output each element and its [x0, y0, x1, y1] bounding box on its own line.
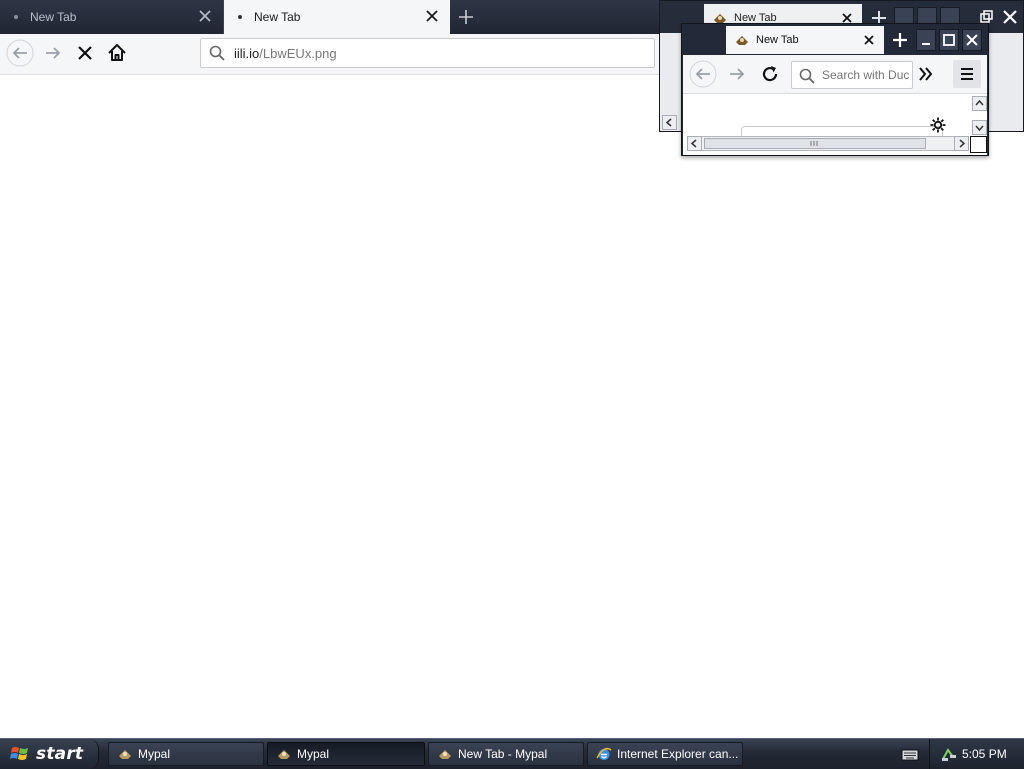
tab-new-tab-2[interactable]: New Tab: [224, 0, 450, 34]
minimize-button[interactable]: [916, 29, 936, 51]
taskbar-item-mypal-2[interactable]: Mypal: [267, 742, 425, 766]
overflow-chevrons-icon[interactable]: [915, 63, 937, 85]
scroll-right-button[interactable]: [954, 136, 969, 151]
hamburger-menu-icon: [961, 68, 973, 80]
grip-icon: [810, 141, 818, 146]
search-input[interactable]: [822, 67, 910, 83]
taskbar-item-mypal-1[interactable]: Mypal: [108, 742, 264, 766]
taskbar-item-label: Mypal: [138, 747, 171, 761]
taskbar-item-label: Internet Explorer can...: [617, 747, 739, 761]
close-icon[interactable]: [424, 8, 440, 24]
mypal-icon: [736, 36, 748, 45]
scroll-left-button[interactable]: [662, 115, 677, 130]
taskbar-item-new-tab-mypal[interactable]: New Tab - Mypal: [428, 742, 584, 766]
taskbar-item-label: Mypal: [297, 747, 330, 761]
gear-icon[interactable]: [929, 116, 947, 134]
tab-new-tab-1[interactable]: New Tab: [0, 0, 224, 34]
scrollbar-thumb[interactable]: [704, 138, 926, 149]
search-icon: [799, 68, 815, 84]
keyboard-icon[interactable]: [901, 746, 919, 762]
home-icon[interactable]: [103, 39, 131, 67]
new-tab-plus-icon[interactable]: [456, 7, 476, 27]
scroll-up-button[interactable]: [972, 96, 987, 111]
mypal-icon: [119, 750, 131, 759]
close-icon: [966, 34, 978, 46]
close-icon[interactable]: [1001, 8, 1019, 26]
search-box[interactable]: [791, 61, 913, 89]
popup-browser-window[interactable]: New Tab: [681, 23, 989, 156]
new-tab-plus-icon[interactable]: [890, 30, 910, 50]
network-icon[interactable]: [940, 745, 958, 763]
close-window-button[interactable]: [962, 29, 982, 51]
taskbar-item-label: New Tab - Mypal: [458, 747, 548, 761]
address-bar[interactable]: iili.io/LbwEUx.png: [200, 38, 655, 68]
stop-x-icon[interactable]: [71, 39, 99, 67]
chevron-up-icon: [975, 99, 984, 106]
tab-label: New Tab: [30, 10, 77, 24]
mypal-icon: [439, 750, 451, 759]
mypal-icon: [278, 750, 290, 759]
url-text[interactable]: iili.io/LbwEUx.png: [234, 46, 337, 61]
close-icon[interactable]: [862, 33, 876, 47]
scroll-left-button[interactable]: [687, 136, 702, 151]
maximize-icon: [943, 34, 955, 46]
ie-icon: [596, 747, 612, 760]
maximize-button[interactable]: [939, 29, 959, 51]
page-content: [0, 75, 1024, 737]
back-arrow-icon[interactable]: [689, 60, 717, 88]
chevron-down-icon: [975, 125, 984, 132]
popup-navigation-toolbar: [683, 55, 987, 94]
scroll-down-button[interactable]: [972, 120, 987, 135]
forward-arrow-icon[interactable]: [723, 60, 751, 88]
url-path: /LbwEUx.png: [259, 46, 337, 61]
minimize-icon: [922, 43, 930, 45]
close-icon[interactable]: [197, 8, 213, 24]
menu-button[interactable]: [953, 60, 981, 88]
start-button[interactable]: start: [0, 739, 99, 769]
clock[interactable]: 5:05 PM: [962, 747, 1007, 761]
search-icon: [209, 45, 225, 61]
chevron-right-icon: [959, 139, 966, 148]
chevron-left-icon: [665, 118, 672, 127]
tab-loading-dot-icon: [14, 15, 18, 19]
system-tray: 5:05 PM: [929, 739, 1024, 769]
tab-label: New Tab: [254, 10, 301, 24]
chevron-left-icon: [690, 139, 697, 148]
popup-page-content: [683, 94, 987, 155]
tab-new-tab-popup[interactable]: New Tab: [726, 26, 884, 54]
scrollbar-corner: [970, 136, 987, 153]
tab-label: New Tab: [756, 34, 799, 46]
forward-arrow-icon[interactable]: [39, 39, 67, 67]
windows-logo-icon: [10, 747, 28, 760]
taskbar: start Mypal Mypal New Tab - Mypal Intern…: [0, 738, 1024, 769]
tab-loading-dot-icon: [238, 15, 242, 19]
url-host: iili.io: [234, 46, 260, 61]
start-label: start: [36, 744, 84, 764]
back-arrow-icon[interactable]: [6, 39, 34, 67]
horizontal-scrollbar[interactable]: [687, 136, 969, 151]
reload-icon[interactable]: [756, 60, 784, 88]
taskbar-item-internet-explorer[interactable]: Internet Explorer can...: [587, 742, 743, 766]
